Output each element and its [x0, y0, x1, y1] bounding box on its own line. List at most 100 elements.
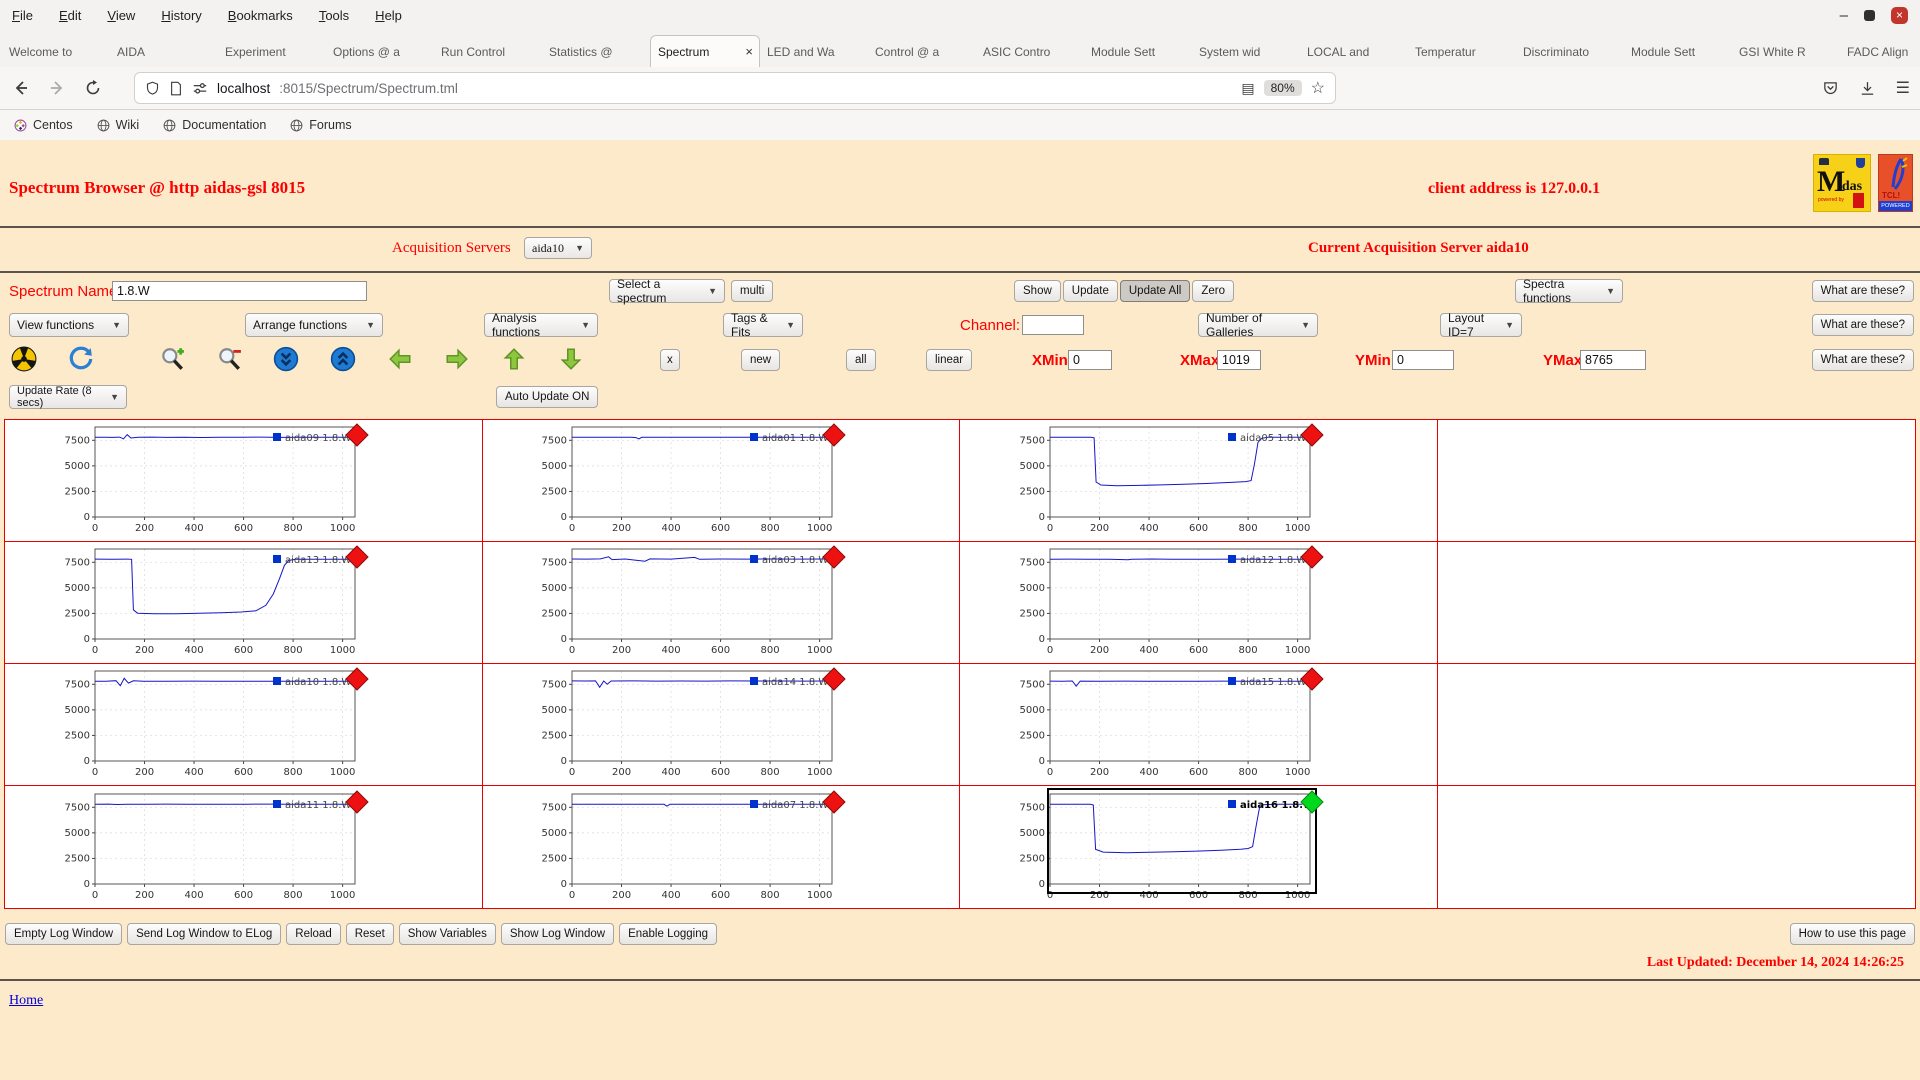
acquisition-server-select[interactable]: aida10 ▼	[524, 237, 592, 259]
url-bar[interactable]: localhost:8015/Spectrum/Spectrum.tml ▤ 8…	[134, 72, 1336, 104]
tab-module-sett[interactable]: Module Sett	[1084, 36, 1192, 67]
spectrum-plot-aida14[interactable]: 0 200 400 600 800 1000 0 2500 5000 7500 aida14 1.8…	[534, 665, 907, 784]
spectrum-plot-aida15[interactable]: 0 200 400 600 800 1000 0 2500 5000 7500 aida15 1.8…	[1012, 665, 1385, 784]
arrow-down-icon[interactable]	[557, 345, 585, 373]
tab-statistics[interactable]: Statistics @	[542, 36, 650, 67]
what-are-these-button-3[interactable]: What are these?	[1811, 349, 1914, 371]
auto-update-button[interactable]: Auto Update ON	[496, 386, 599, 408]
reload-button[interactable]	[82, 77, 104, 99]
show-log-window-button[interactable]: Show Log Window	[500, 923, 615, 945]
app-menu-icon[interactable]: ☰	[1896, 78, 1910, 98]
tab-experiment[interactable]: Experiment	[218, 36, 326, 67]
menu-view[interactable]: View	[107, 8, 135, 23]
all-button[interactable]: all	[846, 349, 876, 371]
tab-temperatur[interactable]: Temperatur	[1408, 36, 1516, 67]
tab-run-control[interactable]: Run Control	[434, 36, 542, 67]
tune-icon[interactable]	[192, 81, 208, 95]
spectrum-plot-aida05[interactable]: 0 200 400 600 800 1000 0 2500 5000 7500 aida05 1.8…	[1012, 421, 1385, 540]
tab-fadc-align[interactable]: FADC Align	[1840, 36, 1920, 67]
tab-discriminato[interactable]: Discriminato	[1516, 36, 1624, 67]
collapse-down-icon[interactable]	[272, 345, 300, 373]
tab-gsi-white-r[interactable]: GSI White R	[1732, 36, 1840, 67]
spectrum-name-input[interactable]	[112, 281, 367, 301]
menu-file[interactable]: File	[12, 8, 33, 23]
home-link[interactable]: Home	[9, 993, 43, 1009]
maximize-icon[interactable]	[1864, 9, 1875, 21]
tab-options-a[interactable]: Options @ a	[326, 36, 434, 67]
update-all-button[interactable]: Update All	[1119, 280, 1191, 302]
spectrum-plot-aida07[interactable]: 0 200 400 600 800 1000 0 2500 5000 7500 aida07 1.8…	[534, 788, 907, 907]
spectra-functions-dropdown[interactable]: Spectra functions ▼	[1515, 277, 1623, 305]
bookmark-centos[interactable]: Centos	[14, 118, 73, 132]
analysis-functions-dropdown[interactable]: Analysis functions ▼	[484, 311, 598, 339]
menu-help[interactable]: Help	[375, 8, 402, 23]
show-button[interactable]: Show	[1014, 280, 1061, 302]
radioactive-icon[interactable]	[10, 345, 38, 373]
menu-edit[interactable]: Edit	[59, 8, 81, 23]
select-spectrum-dropdown[interactable]: Select a spectrum ▼	[609, 277, 725, 305]
number-of-galleries-dropdown[interactable]: Number of Galleries ▼	[1198, 311, 1318, 339]
how-to-use-this-page-button[interactable]: How to use this page	[1789, 923, 1915, 945]
tab-spectrum[interactable]: Spectrum ×	[650, 35, 760, 67]
refresh-icon[interactable]	[67, 345, 95, 373]
tags-fits-dropdown[interactable]: Tags & Fits ▼	[723, 311, 803, 339]
update-rate-dropdown[interactable]: Update Rate (8 secs) ▼	[9, 385, 127, 409]
empty-log-window-button[interactable]: Empty Log Window	[5, 923, 123, 945]
tab-control-a[interactable]: Control @ a	[868, 36, 976, 67]
reload-button[interactable]: Reload	[286, 923, 341, 945]
update-button[interactable]: Update	[1062, 280, 1118, 302]
xmin-input[interactable]	[1068, 350, 1112, 370]
tab-aida[interactable]: AIDA	[110, 36, 218, 67]
shield-permissions-icon[interactable]	[145, 81, 160, 96]
zoom-in-icon[interactable]	[158, 345, 186, 373]
tab-asic-contro[interactable]: ASIC Contro	[976, 36, 1084, 67]
zoom-level-badge[interactable]: 80%	[1263, 80, 1302, 96]
pocket-icon[interactable]	[1822, 80, 1839, 97]
view-functions-dropdown[interactable]: View functions ▼	[9, 313, 129, 337]
menu-history[interactable]: History	[161, 8, 201, 23]
spectrum-plot-aida09[interactable]: 0 200 400 600 800 1000 0 2500 5000 7500 aida09 1.8…	[57, 421, 430, 540]
x-button[interactable]: x	[660, 349, 680, 371]
menu-tools[interactable]: Tools	[319, 8, 349, 23]
layout-id-dropdown[interactable]: Layout ID=7 ▼	[1440, 311, 1522, 339]
arrange-functions-dropdown[interactable]: Arrange functions ▼	[245, 313, 383, 337]
spectrum-plot-aida16[interactable]: 0 200 400 600 800 1000 0 2500 5000 7500 aida16 1.8…	[1012, 787, 1385, 907]
channel-input[interactable]	[1022, 315, 1084, 335]
reset-button[interactable]: Reset	[345, 923, 394, 945]
xmax-input[interactable]	[1217, 350, 1261, 370]
tab-led-and-wa[interactable]: LED and Wa	[760, 36, 868, 67]
close-icon[interactable]: ×	[1891, 6, 1908, 24]
tab-module-sett[interactable]: Module Sett	[1624, 36, 1732, 67]
forward-button[interactable]	[46, 77, 68, 99]
menu-bookmarks[interactable]: Bookmarks	[228, 8, 293, 23]
reader-view-icon[interactable]: ▤	[1241, 80, 1254, 97]
arrow-right-icon[interactable]	[443, 345, 471, 373]
spectrum-plot-aida10[interactable]: 0 200 400 600 800 1000 0 2500 5000 7500 aida10 1.8…	[57, 665, 430, 784]
zero-button[interactable]: Zero	[1192, 280, 1234, 302]
back-button[interactable]	[10, 77, 32, 99]
zoom-out-icon[interactable]	[215, 345, 243, 373]
bookmark-documentation[interactable]: Documentation	[163, 118, 266, 132]
page-info-icon[interactable]	[169, 81, 183, 96]
arrow-up-icon[interactable]	[500, 345, 528, 373]
arrow-left-icon[interactable]	[386, 345, 414, 373]
bookmark-wiki[interactable]: Wiki	[97, 118, 139, 132]
bookmark-forums[interactable]: Forums	[290, 118, 352, 132]
spectrum-plot-aida03[interactable]: 0 200 400 600 800 1000 0 2500 5000 7500 aida03 1.8…	[534, 543, 907, 662]
spectrum-plot-aida12[interactable]: 0 200 400 600 800 1000 0 2500 5000 7500 aida12 1.8…	[1012, 543, 1385, 662]
tab-close-icon[interactable]: ×	[742, 44, 753, 59]
new-button[interactable]: new	[741, 349, 781, 371]
tab-system-wid[interactable]: System wid	[1192, 36, 1300, 67]
bookmark-star-icon[interactable]: ☆	[1311, 78, 1325, 98]
show-variables-button[interactable]: Show Variables	[398, 923, 496, 945]
tab-welcome-to[interactable]: Welcome to	[2, 36, 110, 67]
linear-button[interactable]: linear	[926, 349, 973, 371]
minimize-icon[interactable]: –	[1840, 8, 1848, 23]
what-are-these-button-2[interactable]: What are these?	[1811, 314, 1914, 336]
downloads-icon[interactable]	[1859, 80, 1876, 97]
ymin-input[interactable]	[1392, 350, 1454, 370]
tab-local-and[interactable]: LOCAL and	[1300, 36, 1408, 67]
ymax-input[interactable]	[1580, 350, 1646, 370]
spectrum-plot-aida13[interactable]: 0 200 400 600 800 1000 0 2500 5000 7500 aida13 1.8…	[57, 543, 430, 662]
spectrum-plot-aida11[interactable]: 0 200 400 600 800 1000 0 2500 5000 7500 aida11 1.8…	[57, 788, 430, 907]
